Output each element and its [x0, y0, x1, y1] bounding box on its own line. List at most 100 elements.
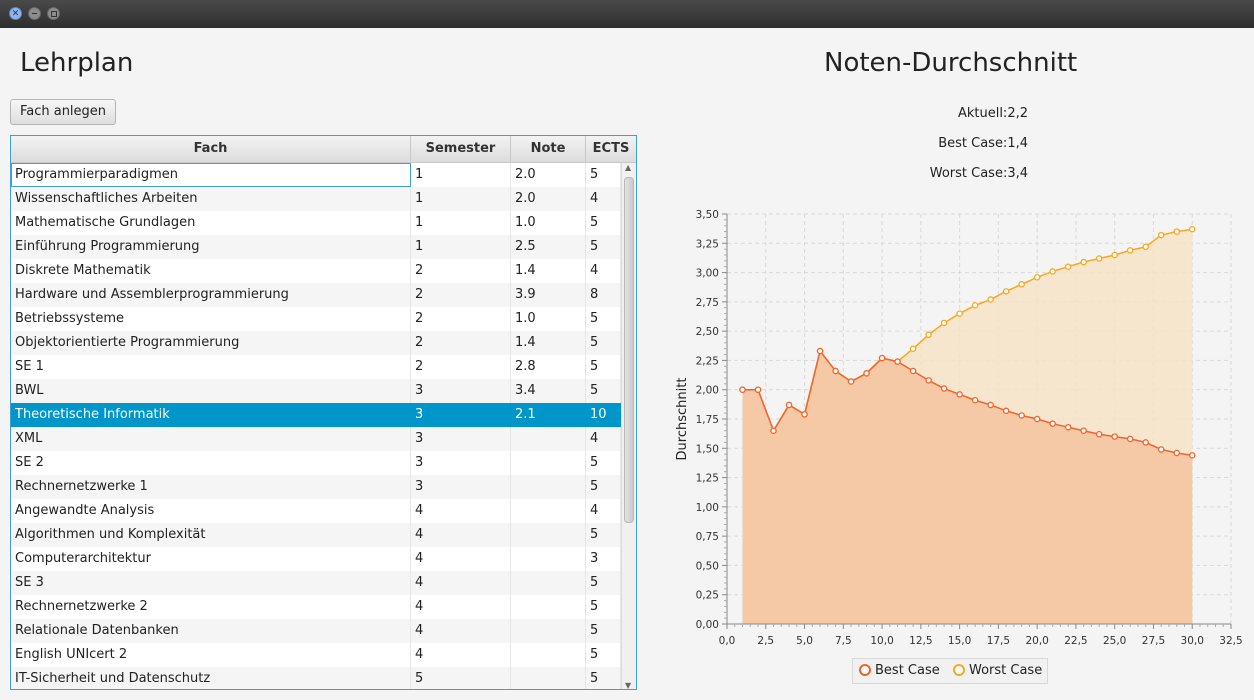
table-row[interactable]: IT-Sicherheit und Datenschutz 5 5 — [11, 667, 621, 689]
cell-ects: 5 — [586, 163, 621, 187]
data-point-best-case — [1080, 427, 1087, 434]
x-tick-label: 22,5 — [1064, 635, 1087, 647]
cell-note — [511, 547, 586, 571]
cell-fach: Theoretische Informatik — [11, 403, 411, 427]
cell-note: 2.0 — [511, 187, 586, 211]
table-row[interactable]: Einführung Programmierung 1 2.5 5 — [11, 235, 621, 259]
table-row[interactable]: Mathematische Grundlagen 1 1.0 5 — [11, 211, 621, 235]
data-point-worst-case — [1049, 268, 1056, 275]
cell-semester: 3 — [411, 451, 511, 475]
cell-semester: 1 — [411, 211, 511, 235]
close-window-button[interactable]: ✕ — [9, 7, 22, 20]
average-area-chart: 0,00 0,25 0,50 0,75 1,00 1,25 1,50 1,75 2,00 2,25… — [675, 209, 1243, 647]
cell-fach: XML — [11, 427, 411, 451]
table-row[interactable]: Computerarchitektur 4 3 — [11, 547, 621, 571]
data-point-worst-case — [1142, 243, 1149, 251]
cell-note: 3.9 — [511, 283, 586, 307]
table-row[interactable]: Betriebssysteme 2 1.0 5 — [11, 307, 621, 331]
data-point-worst-case — [1126, 247, 1134, 254]
cell-ects: 5 — [586, 643, 621, 667]
cell-ects: 4 — [586, 427, 621, 451]
x-tick-label: 20,0 — [1025, 635, 1048, 647]
data-point-worst-case — [1064, 263, 1072, 270]
cell-semester: 3 — [411, 427, 511, 451]
cell-note: 1.4 — [511, 259, 586, 283]
table-row[interactable]: Hardware und Assemblerprogrammierung 2 3.9… — [11, 283, 621, 307]
cell-fach: English UNIcert 2 — [11, 643, 411, 667]
x-tick-label: 27,5 — [1142, 635, 1165, 647]
x-tick-label: 17,5 — [987, 635, 1010, 647]
cell-fach: Betriebssysteme — [11, 307, 411, 331]
data-point-best-case — [1111, 433, 1118, 440]
curriculum-table[interactable]: Fach Semester Note ECTS Programmierparad… — [10, 135, 637, 690]
table-row[interactable]: Relationale Datenbanken 4 5 — [11, 619, 621, 643]
y-axis-title: Durchschnitt — [675, 378, 690, 461]
data-point-best-case — [987, 401, 994, 409]
maximize-window-button[interactable] — [47, 7, 60, 20]
column-header-note[interactable]: Note — [511, 136, 586, 162]
worst-case-average: Worst Case:3,4 — [929, 166, 1028, 181]
x-tick-label: 15,0 — [948, 635, 971, 647]
cell-note — [511, 667, 586, 689]
table-row[interactable]: SE 1 2 2.8 5 — [11, 355, 621, 379]
cell-note: 2.8 — [511, 355, 586, 379]
table-row[interactable]: Algorithmen und Komplexität 4 5 — [11, 523, 621, 547]
cell-fach: IT-Sicherheit und Datenschutz — [11, 667, 411, 689]
scrollbar-thumb[interactable] — [624, 177, 634, 523]
column-header-fach[interactable]: Fach — [11, 136, 411, 162]
cell-note: 1.0 — [511, 211, 586, 235]
cell-note: 2.0 — [511, 163, 586, 187]
column-header-semester[interactable]: Semester — [411, 136, 511, 162]
data-point-worst-case — [1033, 274, 1041, 281]
table-body: Programmierparadigmen 1 2.0 5 Wissenschaftli… — [11, 163, 621, 689]
data-point-best-case — [1064, 423, 1072, 431]
cell-semester: 4 — [411, 547, 511, 571]
minimize-window-button[interactable] — [28, 7, 41, 20]
y-tick-label: 3,50 — [696, 209, 719, 221]
cell-semester: 2 — [411, 355, 511, 379]
data-point-best-case — [1033, 415, 1041, 423]
cell-semester: 2 — [411, 259, 511, 283]
table-row[interactable]: Rechnernetzwerke 13 5 — [11, 475, 621, 499]
data-point-best-case — [940, 385, 948, 392]
table-row[interactable]: BWL 3 3.4 5 — [11, 379, 621, 403]
cell-semester: 3 — [411, 475, 511, 499]
cell-note — [511, 643, 586, 667]
table-row[interactable]: SE 34 5 — [11, 571, 621, 595]
legend-best-case: Best Case — [859, 659, 940, 685]
scroll-up-icon[interactable]: ▲ — [625, 163, 631, 172]
cell-note — [511, 595, 586, 619]
scroll-down-icon[interactable]: ▼ — [625, 681, 631, 689]
x-tick-label: 0,0 — [719, 635, 736, 647]
table-scrollbar[interactable]: ▲ ▼ — [621, 163, 636, 689]
cell-ects: 10 — [586, 403, 621, 427]
table-row[interactable]: XML 3 4 — [11, 427, 621, 451]
table-row[interactable]: Programmierparadigmen 1 2.0 5 — [11, 163, 621, 187]
table-row[interactable]: Rechnernetzwerke 24 5 — [11, 595, 621, 619]
cell-fach: Wissenschaftliches Arbeiten — [11, 187, 411, 211]
table-row[interactable]: Angewandte Analysis 4 4 — [11, 499, 621, 523]
cell-fach: BWL — [11, 379, 411, 403]
table-row[interactable]: SE 23 5 — [11, 451, 621, 475]
table-row[interactable]: Objektorientierte Programmierung 2 1.4 5 — [11, 331, 621, 355]
y-tick-label: 0,75 — [696, 531, 719, 543]
cell-note: 2.5 — [511, 235, 586, 259]
table-row[interactable]: Diskrete Mathematik 2 1.4 4 — [11, 259, 621, 283]
cell-note — [511, 499, 586, 523]
cell-semester: 4 — [411, 643, 511, 667]
data-point-worst-case — [1018, 281, 1025, 288]
column-header-ects[interactable]: ECTS — [586, 136, 636, 162]
data-point-best-case — [1095, 430, 1103, 438]
cell-fach: Relationale Datenbanken — [11, 619, 411, 643]
cell-ects: 5 — [586, 523, 621, 547]
window-titlebar: ✕ — [0, 0, 1254, 28]
cell-ects: 5 — [586, 475, 621, 499]
y-tick-label: 1,00 — [696, 502, 719, 514]
table-row[interactable]: Theoretische Informatik 3 2.1 10 — [11, 403, 621, 427]
data-point-worst-case — [1188, 225, 1196, 233]
table-row[interactable]: Wissenschaftliches Arbeiten 1 2.0 4 — [11, 187, 621, 211]
cell-ects: 5 — [586, 307, 621, 331]
add-subject-button[interactable]: Fach anlegen — [10, 99, 116, 125]
table-row[interactable]: English UNIcert 24 5 — [11, 643, 621, 667]
cell-fach: Hardware und Assemblerprogrammierung — [11, 283, 411, 307]
